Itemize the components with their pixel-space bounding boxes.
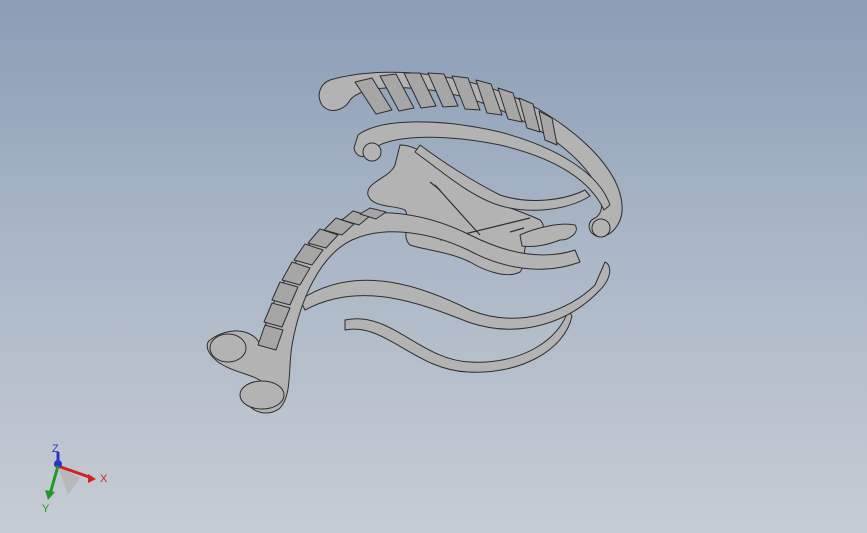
y-axis-arrow bbox=[45, 490, 55, 500]
scroll-ornament-left bbox=[362, 142, 382, 162]
rocker-rail-front bbox=[299, 261, 611, 330]
seat-roll-bottom bbox=[239, 380, 285, 410]
orientation-triad: X Z Y bbox=[42, 443, 108, 515]
y-axis-line bbox=[48, 465, 60, 495]
seat-roll-left bbox=[209, 333, 247, 363]
x-axis-arrow bbox=[88, 474, 96, 483]
scroll-ornament-right bbox=[591, 218, 611, 238]
y-axis-label: Y bbox=[42, 503, 50, 515]
x-axis-label: X bbox=[100, 473, 108, 485]
rocking-chair-model[interactable] bbox=[0, 0, 867, 533]
graphics-viewport[interactable]: X Z Y bbox=[0, 0, 867, 533]
z-axis-label: Z bbox=[52, 443, 59, 455]
